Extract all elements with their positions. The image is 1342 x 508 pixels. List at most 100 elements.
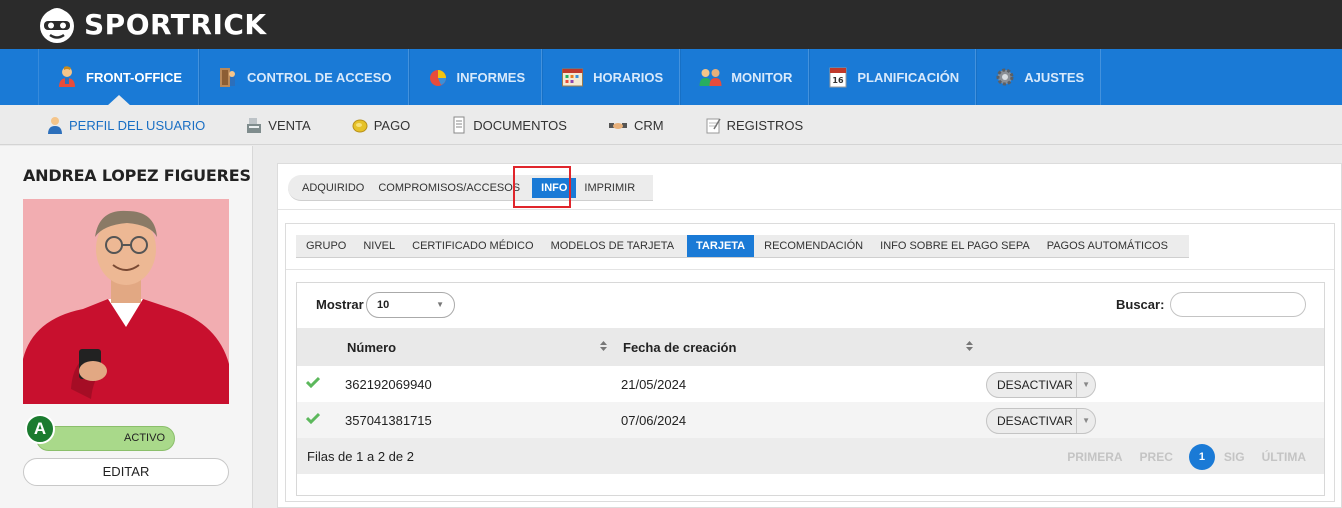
check-icon bbox=[306, 376, 320, 388]
coin-icon bbox=[352, 119, 368, 133]
divider bbox=[1076, 373, 1077, 397]
main-nav-label: HORARIOS bbox=[593, 69, 664, 85]
brand[interactable]: SPORTRICK bbox=[38, 4, 267, 44]
calendar-page-icon: 16 bbox=[829, 67, 847, 88]
deactivate-label: DESACTIVAR bbox=[997, 378, 1073, 392]
main-nav-horarios[interactable]: HORARIOS bbox=[542, 49, 681, 105]
cell-fecha: 21/05/2024 bbox=[621, 377, 687, 392]
table-row: 357041381715 07/06/2024 DESACTIVAR ▼ bbox=[297, 402, 1324, 438]
pagination-next[interactable]: SIG bbox=[1224, 450, 1245, 464]
check-icon bbox=[306, 412, 320, 424]
notepad-icon bbox=[706, 118, 721, 134]
tab-modelos-de-tarjeta[interactable]: MODELOS DE TARJETA bbox=[547, 235, 678, 257]
status-label: ACTIVO bbox=[124, 432, 165, 444]
pie-chart-icon bbox=[429, 70, 446, 86]
main-nav-label: CONTROL DE ACCESO bbox=[247, 69, 392, 85]
user-portrait-image bbox=[23, 199, 229, 404]
sort-icon[interactable] bbox=[599, 339, 608, 353]
highlight-box bbox=[513, 166, 571, 208]
pagination: PRIMERA PREC 1 SIG ÚLTIMA bbox=[1050, 444, 1306, 470]
main-nav-label: MONITOR bbox=[731, 69, 793, 85]
cell-numero: 362192069940 bbox=[345, 377, 432, 392]
main-nav-label: AJUSTES bbox=[1024, 69, 1085, 85]
sub-nav: PERFIL DEL USUARIO VENTA PAGO DOCUMENTOS… bbox=[0, 105, 1342, 145]
table-row: 362192069940 21/05/2024 DESACTIVAR ▼ bbox=[297, 366, 1324, 402]
sportrick-logo-icon bbox=[40, 8, 74, 43]
tab-nivel[interactable]: NIVEL bbox=[359, 235, 399, 257]
cards-table-panel: Mostrar 10 ▼ Buscar: Número Fecha de cre… bbox=[296, 282, 1325, 496]
tab-compromisos-accesos[interactable]: COMPROMISOS/ACCESOS bbox=[374, 178, 524, 198]
gear-icon bbox=[996, 68, 1014, 86]
cell-fecha: 07/06/2024 bbox=[621, 413, 687, 428]
table-footer: Filas de 1 a 2 de 2 PRIMERA PREC 1 SIG Ú… bbox=[297, 438, 1324, 474]
status-badge: A bbox=[25, 414, 55, 444]
sub-nav-label: CRM bbox=[633, 117, 664, 133]
pagination-page-current[interactable]: 1 bbox=[1188, 444, 1215, 470]
chevron-down-icon[interactable]: ▼ bbox=[1082, 409, 1090, 433]
pagination-prev[interactable]: PREC bbox=[1140, 450, 1173, 464]
svg-text:16: 16 bbox=[833, 76, 845, 85]
sub-nav-crm[interactable]: CRM bbox=[607, 116, 664, 134]
sub-nav-documentos[interactable]: DOCUMENTOS bbox=[450, 116, 567, 134]
user-panel: ANDREA LOPEZ FIGUERES ACTIVO A EDITAR bbox=[0, 146, 253, 508]
main-nav-label: INFORMES bbox=[456, 69, 526, 85]
pagination-first[interactable]: PRIMERA bbox=[1067, 450, 1122, 464]
cash-register-icon bbox=[247, 118, 262, 133]
page-size-value: 10 bbox=[377, 299, 390, 311]
info-panel: GRUPO NIVEL CERTIFICADO MÉDICO MODELOS D… bbox=[285, 223, 1335, 502]
door-icon bbox=[220, 68, 236, 87]
search-input[interactable] bbox=[1170, 292, 1306, 317]
show-label: Mostrar bbox=[316, 297, 364, 312]
sub-nav-registros[interactable]: REGISTROS bbox=[704, 116, 804, 134]
main-nav-label: PLANIFICACIÓN bbox=[857, 69, 960, 85]
chevron-down-icon[interactable]: ▼ bbox=[1082, 373, 1090, 397]
page-size-select[interactable]: 10 ▼ bbox=[366, 292, 455, 318]
document-icon bbox=[453, 116, 465, 134]
divider bbox=[1076, 409, 1077, 433]
main-nav-monitor[interactable]: MONITOR bbox=[680, 49, 810, 105]
status-bar: ACTIVO bbox=[36, 426, 175, 451]
deactivate-button[interactable]: DESACTIVAR ▼ bbox=[986, 408, 1096, 434]
sub-nav-perfil-del-usuario[interactable]: PERFIL DEL USUARIO bbox=[46, 116, 205, 134]
tab-tarjeta[interactable]: TARJETA bbox=[687, 235, 755, 257]
tab-pagos-automaticos[interactable]: PAGOS AUTOMÁTICOS bbox=[1043, 235, 1172, 257]
main-nav: FRONT-OFFICE CONTROL DE ACCESO INFORMES … bbox=[0, 49, 1342, 106]
main-nav-ajustes[interactable]: AJUSTES bbox=[976, 49, 1102, 105]
sub-nav-label: REGISTROS bbox=[726, 117, 804, 133]
search-label: Buscar: bbox=[1116, 297, 1165, 312]
tab-adquirido[interactable]: ADQUIRIDO bbox=[298, 178, 368, 198]
user-icon bbox=[48, 117, 62, 134]
brand-name: SPORTRICK bbox=[84, 7, 267, 41]
sub-nav-pago[interactable]: PAGO bbox=[351, 116, 411, 134]
top-bar: SPORTRICK bbox=[0, 0, 1342, 49]
edit-button[interactable]: EDITAR bbox=[23, 458, 229, 486]
content-panel: ADQUIRIDO COMPROMISOS/ACCESOS INFO IMPRI… bbox=[277, 163, 1342, 508]
user-name: ANDREA LOPEZ FIGUERES bbox=[23, 166, 251, 185]
sub-nav-label: DOCUMENTOS bbox=[473, 117, 567, 133]
column-header-fecha[interactable]: Fecha de creación bbox=[623, 340, 736, 355]
sort-icon[interactable] bbox=[965, 339, 974, 353]
main-nav-label: FRONT-OFFICE bbox=[86, 69, 183, 85]
main-nav-planificacion[interactable]: 16 PLANIFICACIÓN bbox=[809, 49, 977, 105]
table-header: Número Fecha de creación bbox=[297, 328, 1324, 366]
sub-nav-label: PAGO bbox=[373, 117, 411, 133]
main-nav-control-de-acceso[interactable]: CONTROL DE ACCESO bbox=[199, 49, 409, 105]
main-nav-informes[interactable]: INFORMES bbox=[408, 49, 543, 105]
sub-nav-label: PERFIL DEL USUARIO bbox=[69, 117, 206, 133]
tab-info-sobre-el-pago-sepa[interactable]: INFO SOBRE EL PAGO SEPA bbox=[876, 235, 1034, 257]
rows-info: Filas de 1 a 2 de 2 bbox=[307, 449, 414, 464]
tab-recomendacion[interactable]: RECOMENDACIÓN bbox=[760, 235, 867, 257]
pagination-last[interactable]: ÚLTIMA bbox=[1262, 450, 1306, 464]
primary-tabs: ADQUIRIDO COMPROMISOS/ACCESOS INFO IMPRI… bbox=[288, 175, 654, 201]
people-icon bbox=[699, 69, 722, 86]
tab-certificado-medico[interactable]: CERTIFICADO MÉDICO bbox=[408, 235, 537, 257]
main-nav-front-office[interactable]: FRONT-OFFICE bbox=[38, 49, 200, 106]
column-header-numero[interactable]: Número bbox=[347, 340, 396, 355]
divider bbox=[278, 209, 1341, 210]
calendar-icon bbox=[562, 68, 584, 87]
tab-grupo[interactable]: GRUPO bbox=[302, 235, 350, 257]
sub-nav-venta[interactable]: VENTA bbox=[245, 116, 311, 134]
deactivate-button[interactable]: DESACTIVAR ▼ bbox=[986, 372, 1096, 398]
tab-imprimir[interactable]: IMPRIMIR bbox=[580, 178, 639, 198]
divider bbox=[286, 269, 1334, 270]
